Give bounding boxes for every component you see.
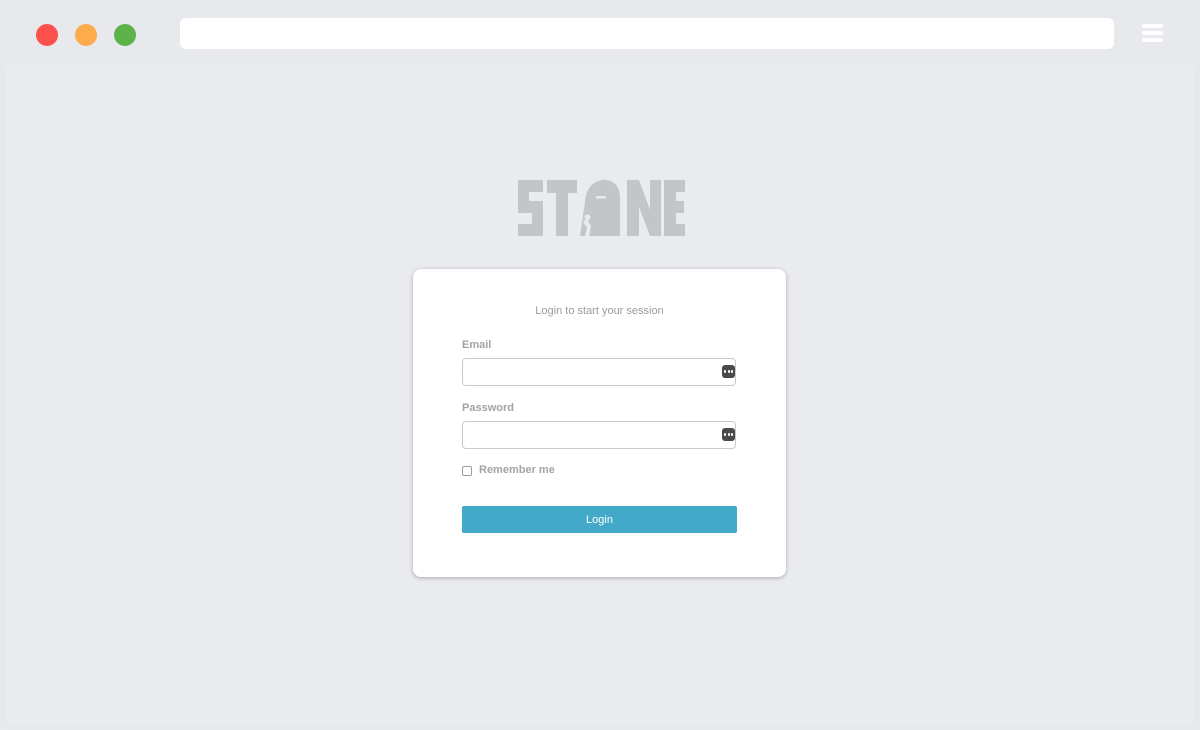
password-manager-key-icon[interactable] [722, 428, 735, 441]
password-label: Password [462, 402, 514, 414]
title-bar [0, 0, 1200, 66]
address-bar[interactable] [180, 18, 1114, 49]
password-manager-key-icon[interactable] [722, 365, 735, 378]
stone-logo [516, 176, 686, 240]
email-label: Email [462, 339, 492, 351]
email-field-wrapper [462, 358, 736, 386]
hamburger-menu-icon[interactable] [1142, 24, 1163, 43]
email-field[interactable] [462, 358, 736, 386]
login-subtitle: Login to start your session [535, 305, 664, 317]
window-bottom-border [0, 724, 1200, 730]
minimize-window-button[interactable] [75, 24, 97, 46]
close-window-button[interactable] [36, 24, 58, 46]
page-content: Login to start your session Email Passwo… [6, 66, 1194, 724]
remember-me-label[interactable]: Remember me [479, 464, 555, 476]
login-card: Login to start your session Email Passwo… [413, 269, 786, 577]
password-field-wrapper [462, 421, 736, 449]
login-button[interactable]: Login [462, 506, 737, 533]
browser-window: Login to start your session Email Passwo… [0, 0, 1200, 730]
maximize-window-button[interactable] [114, 24, 136, 46]
remember-me-checkbox[interactable] [462, 466, 472, 476]
password-field[interactable] [462, 421, 736, 449]
